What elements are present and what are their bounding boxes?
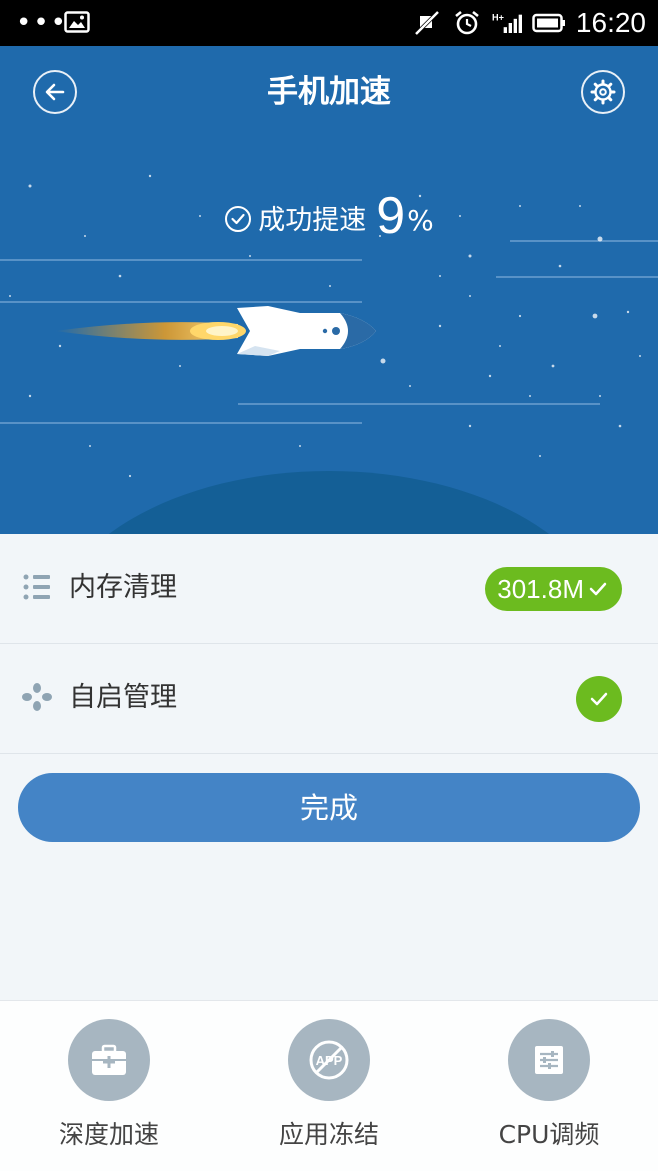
done-button[interactable]: 完成 [18, 773, 640, 842]
tool-app-freeze-label: 应用冻结 [278, 1120, 379, 1149]
gear-icon [590, 79, 616, 105]
space-background [0, 174, 658, 534]
page-title: 手机加速 [267, 74, 391, 110]
tool-deep-accelerate-circle [68, 1019, 150, 1101]
checkmark-icon [590, 692, 608, 706]
alarm-icon [455, 10, 479, 35]
tool-deep-accelerate[interactable]: 深度加速 [19, 1001, 199, 1171]
fan-icon [22, 683, 52, 711]
mute-icon [414, 10, 440, 36]
speedup-result: 成功提速 9 % [0, 187, 658, 245]
bottom-tools-bar: 深度加速 APP 应用冻结 CPU调频 [0, 1000, 658, 1171]
battery-icon [532, 13, 565, 33]
list-item-memory-clean[interactable]: 内存清理 301.8M [0, 534, 658, 644]
speedup-unit: % [407, 204, 434, 237]
app-blocked-icon: APP [309, 1040, 349, 1080]
notification-dots: ••• [16, 8, 69, 38]
tool-app-freeze-circle: APP [288, 1019, 370, 1101]
gallery-notification-icon [64, 11, 90, 33]
list-item-autostart[interactable]: 自启管理 [0, 644, 658, 754]
toolbox-icon [92, 1044, 126, 1075]
check-circle-icon [225, 206, 252, 232]
memory-freed-value: 301.8M [497, 574, 584, 604]
svg-text:H+: H+ [492, 13, 504, 23]
speedup-label: 成功提速 [258, 205, 367, 236]
status-bar: ••• H+ 16:20 [0, 0, 658, 46]
checkmark-icon [589, 582, 607, 596]
tool-cpu-frequency-label: CPU调频 [498, 1120, 600, 1149]
memory-clean-label: 内存清理 [69, 572, 177, 603]
equalizer-icon [535, 1046, 563, 1074]
autostart-label: 自启管理 [69, 682, 177, 713]
tool-app-freeze[interactable]: APP 应用冻结 [239, 1001, 419, 1171]
clock: 16:20 [575, 7, 646, 38]
tool-cpu-frequency-circle [508, 1019, 590, 1101]
tool-deep-accelerate-label: 深度加速 [58, 1120, 159, 1149]
autostart-done-badge [576, 676, 622, 722]
memory-freed-badge: 301.8M [485, 567, 622, 611]
list-icon [23, 574, 50, 600]
speed-result-hero: 手机加速 成功提速 9 % [0, 46, 658, 534]
tool-cpu-frequency[interactable]: CPU调频 [459, 1001, 639, 1171]
settings-button[interactable] [581, 70, 625, 114]
signal-icon: H+ [492, 13, 522, 33]
speedup-value: 9 [376, 187, 406, 245]
